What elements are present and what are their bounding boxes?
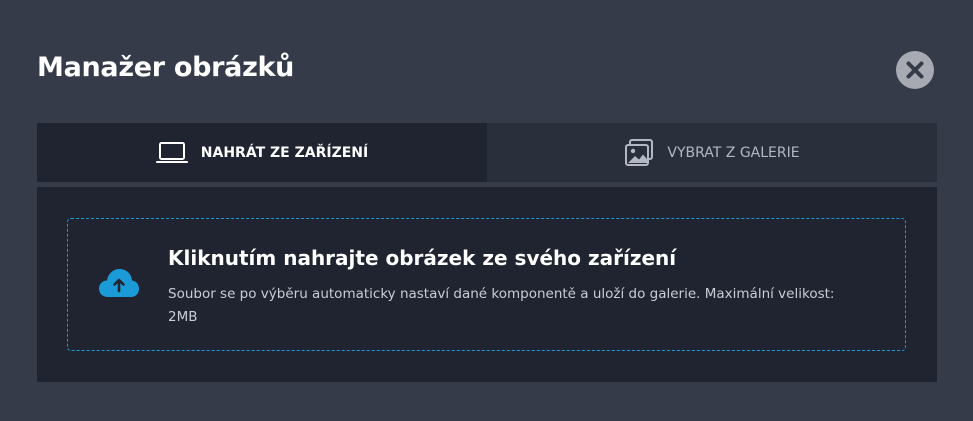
upload-dropzone[interactable]: Kliknutím nahrajte obrázek ze svého zaří… — [67, 218, 906, 351]
tab-label: VYBRAT Z GALERIE — [667, 144, 800, 161]
tab-select-from-gallery[interactable]: VYBRAT Z GALERIE — [487, 123, 937, 182]
image-manager-modal: Manažer obrázků NAHRÁT ZE ZAŘÍZENÍ VYBRA… — [0, 0, 973, 421]
modal-title: Manažer obrázků — [37, 52, 295, 83]
tab-label: NAHRÁT ZE ZAŘÍZENÍ — [200, 144, 369, 161]
upload-description: Soubor se po výběru automaticky nastaví … — [168, 286, 835, 325]
tab-upload-from-device[interactable]: NAHRÁT ZE ZAŘÍZENÍ — [37, 123, 487, 182]
close-button[interactable] — [896, 51, 934, 89]
laptop-icon — [155, 141, 188, 165]
gallery-icon — [624, 138, 654, 167]
close-icon — [906, 61, 924, 79]
tab-bar: NAHRÁT ZE ZAŘÍZENÍ VYBRAT Z GALERIE — [37, 123, 937, 182]
cloud-upload-icon — [98, 267, 140, 303]
upload-panel: Kliknutím nahrajte obrázek ze svého zaří… — [37, 187, 937, 382]
upload-heading: Kliknutím nahrajte obrázek ze svého zaří… — [168, 246, 677, 270]
